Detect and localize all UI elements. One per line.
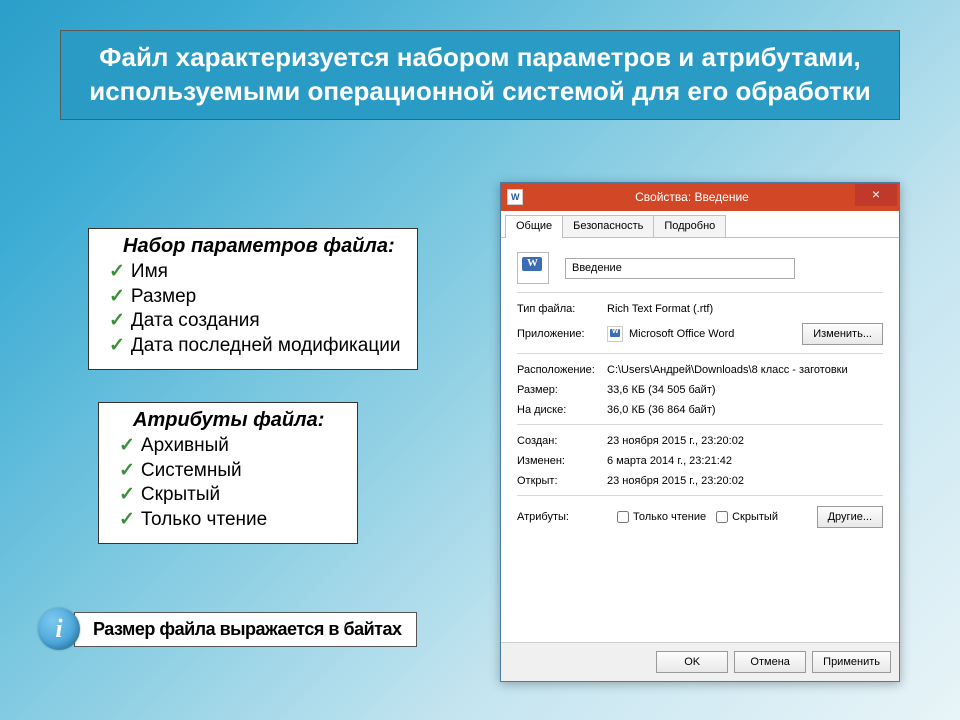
slide-title: Файл характеризуется набором параметров … (60, 30, 900, 120)
word-icon (607, 326, 623, 342)
list-item: Скрытый (119, 483, 343, 508)
readonly-label: Только чтение (633, 511, 706, 523)
info-note: i Размер файла выражается в байтах (38, 608, 417, 650)
readonly-check-input[interactable] (617, 511, 629, 523)
separator (517, 292, 883, 293)
list-item: Дата создания (109, 309, 403, 334)
disk-label: На диске: (517, 404, 607, 416)
apply-button[interactable]: Применить (812, 651, 891, 673)
info-icon: i (38, 608, 80, 650)
separator (517, 353, 883, 354)
opened-label: Открыт: (517, 475, 607, 487)
file-parameters-box: Набор параметров файла: Имя Размер Дата … (88, 228, 418, 370)
close-button[interactable]: × (855, 184, 897, 206)
list-item: Архивный (119, 434, 343, 459)
size-value: 33,6 КБ (34 505 байт) (607, 384, 716, 396)
created-value: 23 ноября 2015 г., 23:20:02 (607, 435, 744, 447)
list-item: Дата последней модификации (109, 334, 403, 359)
dialog-tabs: Общие Безопасность Подробно (501, 211, 899, 238)
size-label: Размер: (517, 384, 607, 396)
location-label: Расположение: (517, 364, 607, 376)
list-item: Системный (119, 459, 343, 484)
location-value: C:\Users\Андрей\Downloads\8 класс - заго… (607, 364, 848, 376)
separator (517, 495, 883, 496)
list-item: Размер (109, 285, 403, 310)
app-label: Приложение: (517, 328, 607, 340)
hidden-check-input[interactable] (716, 511, 728, 523)
change-app-button[interactable]: Изменить... (802, 323, 883, 345)
tab-general[interactable]: Общие (505, 215, 563, 238)
filename-input[interactable] (565, 258, 795, 279)
disk-value: 36,0 КБ (36 864 байт) (607, 404, 716, 416)
ok-button[interactable]: OK (656, 651, 728, 673)
app-value: Microsoft Office Word (629, 328, 734, 340)
attrs-heading: Атрибуты файла: (133, 409, 343, 432)
dialog-body: Тип файла: Rich Text Format (.rtf) Прило… (501, 238, 899, 546)
params-heading: Набор параметров файла: (123, 235, 403, 258)
properties-dialog: Свойства: Введение × Общие Безопасность … (500, 182, 900, 682)
separator (517, 424, 883, 425)
file-attributes-box: Атрибуты файла: Архивный Системный Скрыт… (98, 402, 358, 544)
created-label: Создан: (517, 435, 607, 447)
note-text: Размер файла выражается в байтах (74, 612, 417, 647)
cancel-button[interactable]: Отмена (734, 651, 806, 673)
type-value: Rich Text Format (.rtf) (607, 303, 713, 315)
type-label: Тип файла: (517, 303, 607, 315)
opened-value: 23 ноября 2015 г., 23:20:02 (607, 475, 744, 487)
modified-value: 6 марта 2014 г., 23:21:42 (607, 455, 732, 467)
other-attrs-button[interactable]: Другие... (817, 506, 883, 528)
tab-details[interactable]: Подробно (653, 215, 726, 237)
list-item: Имя (109, 260, 403, 285)
file-type-icon (517, 252, 549, 284)
modified-label: Изменен: (517, 455, 607, 467)
dialog-title: Свойства: Введение (529, 190, 855, 204)
hidden-label: Скрытый (732, 511, 778, 523)
dialog-footer: OK Отмена Применить (501, 642, 899, 681)
list-item: Только чтение (119, 508, 343, 533)
readonly-checkbox[interactable]: Только чтение (617, 511, 706, 523)
hidden-checkbox[interactable]: Скрытый (716, 511, 778, 523)
tab-security[interactable]: Безопасность (562, 215, 654, 237)
doc-icon (507, 189, 523, 205)
attributes-label: Атрибуты: (517, 511, 607, 523)
dialog-titlebar[interactable]: Свойства: Введение × (501, 183, 899, 211)
